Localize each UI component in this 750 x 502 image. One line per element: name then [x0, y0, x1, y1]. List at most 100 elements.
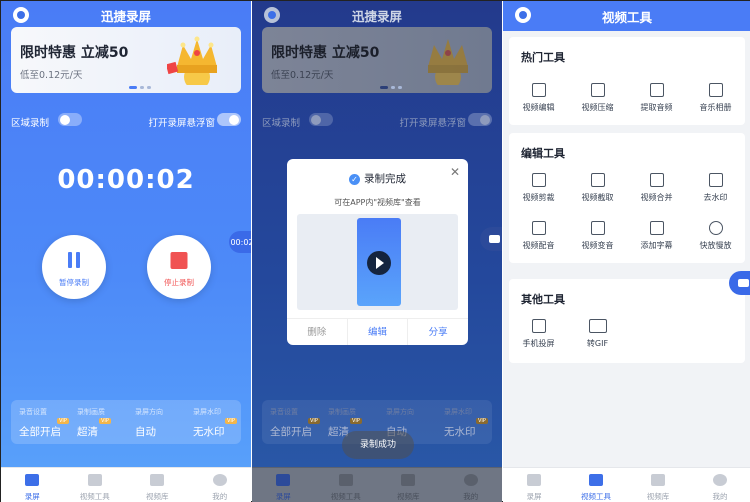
- setting-value: 无水印: [444, 426, 476, 438]
- tool-extract-audio[interactable]: 提取音频: [627, 83, 686, 125]
- tab-label: 视频库: [646, 492, 670, 501]
- promo-banner[interactable]: 限时特惠 立减50 低至0.12元/天: [11, 27, 241, 93]
- promo-banner[interactable]: 限时特惠 立减50 低至0.12元/天: [262, 27, 492, 93]
- tool-to-gif[interactable]: 转GIF: [568, 319, 627, 361]
- tool-label: 去水印: [703, 193, 728, 202]
- speed-icon: [708, 221, 723, 235]
- library-icon: [150, 474, 165, 486]
- tool-video-trim[interactable]: 视频截取: [568, 173, 627, 215]
- dialog-actions: 删除 编辑 分享: [287, 318, 468, 345]
- toolbox-icon: [589, 474, 603, 486]
- tool-speed[interactable]: 快放慢放: [686, 221, 745, 263]
- screenshot-frame: 迅捷录屏 限时特惠 立减50 低至0.12元/天 区域录制 打开录屏悬浮窗 00…: [0, 0, 750, 502]
- floating-timer-button[interactable]: 00:02: [229, 231, 251, 253]
- tool-label: 视频合并: [640, 193, 673, 202]
- other-tools-card: 其他工具 手机投屏 转GIF: [509, 279, 745, 363]
- banner-pager: [129, 86, 151, 89]
- tab-video-tools[interactable]: 视频工具: [64, 468, 127, 502]
- user-icon: [713, 474, 727, 486]
- float-window-toggle[interactable]: [468, 113, 492, 126]
- tab-record[interactable]: 录屏: [1, 468, 64, 502]
- setting-value: 超清: [77, 426, 98, 438]
- share-button[interactable]: 分享: [407, 319, 468, 345]
- stop-record-label: 停止录制: [164, 278, 194, 287]
- tab-mine[interactable]: 我的: [189, 468, 252, 502]
- library-icon: [651, 474, 665, 486]
- tab-video-tools[interactable]: 视频工具: [565, 468, 627, 502]
- record-complete-screen: 迅捷录屏 限时特惠 立减50 低至0.12元/天 区域录制 打开录屏悬浮窗 ✕ …: [252, 1, 502, 502]
- tab-mine[interactable]: 我的: [440, 468, 503, 502]
- watermark-setting[interactable]: 录屏水印 无水印 VIP: [185, 400, 242, 444]
- toggle-row: 区域录制 打开录屏悬浮窗: [11, 113, 241, 129]
- video-preview[interactable]: [297, 214, 458, 310]
- tab-video-tools[interactable]: 视频工具: [315, 468, 378, 502]
- dialog-subtitle: 可在APP内"视频库"查看: [334, 198, 421, 207]
- user-icon: [212, 474, 227, 486]
- tool-add-subtitle[interactable]: 添加字幕: [627, 221, 686, 263]
- delete-button[interactable]: 删除: [287, 319, 347, 345]
- promo-title: 限时特惠 立减50: [271, 45, 380, 61]
- float-window-toggle[interactable]: [217, 113, 241, 126]
- edit-button[interactable]: 编辑: [346, 319, 408, 345]
- waveform-icon: [590, 221, 605, 235]
- tab-record[interactable]: 录屏: [503, 468, 565, 502]
- setting-value: 全部开启: [270, 426, 312, 438]
- banner-pager: [380, 86, 402, 89]
- tab-record[interactable]: 录屏: [252, 468, 315, 502]
- tab-label: 视频工具: [79, 492, 110, 501]
- setting-value: 无水印: [193, 426, 225, 438]
- album-icon: [708, 83, 723, 97]
- promo-title: 限时特惠 立减50: [20, 45, 129, 61]
- tool-video-crop[interactable]: 视频剪裁: [509, 173, 568, 215]
- audio-setting[interactable]: 录音设置 全部开启 VIP: [11, 400, 69, 444]
- tool-video-dub[interactable]: 视频配音: [509, 221, 568, 263]
- app-title: 迅捷录屏: [100, 8, 151, 24]
- tab-video-library[interactable]: 视频库: [377, 468, 440, 502]
- play-icon[interactable]: [367, 251, 391, 275]
- tool-voice-change[interactable]: 视频变音: [568, 221, 627, 263]
- area-record-toggle[interactable]: [309, 113, 333, 126]
- tool-screen-cast[interactable]: 手机投屏: [509, 319, 568, 361]
- area-record-toggle[interactable]: [58, 113, 82, 126]
- floating-camera-button[interactable]: [480, 227, 502, 251]
- tool-music-album[interactable]: 音乐相册: [686, 83, 745, 125]
- tool-label: 视频剪裁: [522, 193, 555, 202]
- audio-setting[interactable]: 录音设置 全部开启 VIP: [262, 400, 320, 444]
- tool-label: 视频配音: [522, 241, 555, 250]
- tab-video-library[interactable]: 视频库: [126, 468, 189, 502]
- tool-video-edit[interactable]: 视频编辑: [509, 83, 568, 125]
- floating-camera-button[interactable]: [729, 271, 750, 295]
- record-complete-dialog: ✕ ✓ 录制完成 可在APP内"视频库"查看 删除 编辑 分享: [287, 159, 468, 345]
- app-logo-icon: [515, 7, 531, 23]
- hot-tools-card: 热门工具 视频编辑 视频压缩 提取音频 音乐相册: [509, 37, 745, 125]
- tool-label: 手机投屏: [522, 339, 555, 348]
- setting-value: 全部开启: [19, 426, 61, 438]
- quality-setting[interactable]: 录制画质 超清 VIP: [69, 400, 126, 444]
- setting-caption: 录制画质: [77, 408, 105, 416]
- tool-label: 添加字幕: [640, 241, 673, 250]
- tool-label: 视频编辑: [522, 103, 555, 112]
- bottom-tabbar: 录屏 视频工具 视频库 我的: [252, 467, 502, 502]
- tab-label: 视频库: [146, 492, 169, 501]
- scissors-icon: [590, 173, 605, 187]
- watermark-setting[interactable]: 录屏水印 无水印 VIP: [436, 400, 493, 444]
- record-success-toast: 录制成功: [342, 431, 414, 459]
- stop-record-button[interactable]: 停止录制: [147, 235, 211, 299]
- camera-icon: [276, 474, 291, 486]
- tool-video-merge[interactable]: 视频合并: [627, 173, 686, 215]
- tab-label: 视频工具: [330, 492, 361, 501]
- pause-record-button[interactable]: 暂停录制: [42, 235, 106, 299]
- vip-badge: VIP: [308, 418, 320, 424]
- gif-icon: [588, 319, 607, 333]
- tool-video-compress[interactable]: 视频压缩: [568, 83, 627, 125]
- vip-badge: VIP: [99, 418, 111, 424]
- compress-icon: [590, 83, 605, 97]
- promo-subtitle: 低至0.12元/天: [271, 70, 334, 81]
- tab-mine[interactable]: 我的: [689, 468, 750, 502]
- orientation-setting[interactable]: 录屏方向 自动: [127, 400, 184, 444]
- user-icon: [463, 474, 478, 486]
- tool-remove-watermark[interactable]: 去水印: [686, 173, 745, 215]
- tab-video-library[interactable]: 视频库: [627, 468, 689, 502]
- promo-subtitle: 低至0.12元/天: [20, 70, 83, 81]
- tool-label: 视频截取: [581, 193, 614, 202]
